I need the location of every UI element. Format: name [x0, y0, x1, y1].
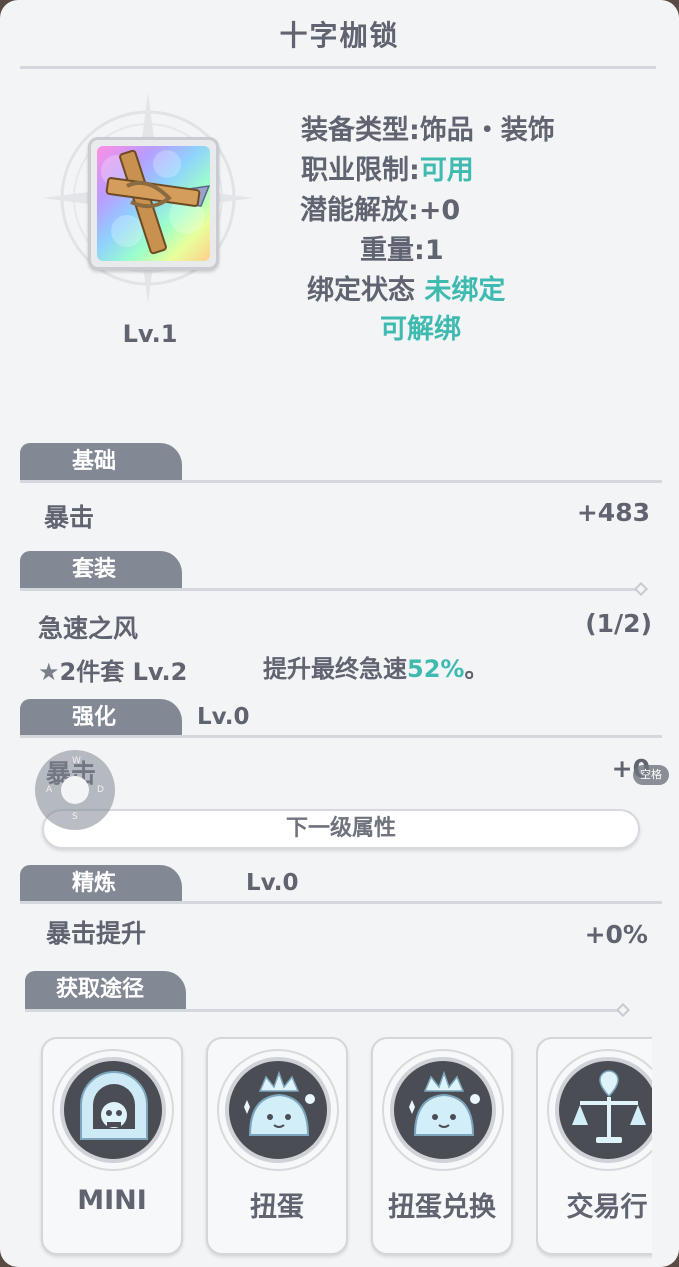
- refine-stat-value: +0%: [584, 920, 648, 949]
- set-bonus-text: 提升最终急速: [263, 655, 407, 683]
- item-icon-frame[interactable]: [88, 137, 219, 270]
- job-limit-label: 职业限制:: [301, 155, 420, 186]
- star-icon: ★: [38, 658, 60, 686]
- job-limit-line: 职业限制:可用: [301, 148, 474, 187]
- joystick-key-up: W: [72, 756, 81, 766]
- enhance-level: Lv.0: [197, 704, 250, 730]
- section-divider: [25, 1009, 623, 1012]
- set-bonus-desc: 提升最终急速52%。: [263, 649, 488, 684]
- set-name: 急速之风: [38, 614, 139, 643]
- weight-line: 重量:1: [360, 228, 444, 267]
- equip-type-value: 饰品・装饰: [419, 115, 555, 146]
- set-bonus-percent: 52%: [407, 655, 465, 683]
- scales-icon: [572, 1070, 646, 1143]
- skull-icon: [80, 1071, 148, 1140]
- set-bonus-label: 2件套 Lv.2: [59, 658, 188, 686]
- bind-status-value: 未绑定: [424, 275, 506, 306]
- item-level: Lv.1: [122, 320, 178, 348]
- title-divider: [20, 66, 656, 69]
- section-tab-set: 套装: [20, 551, 182, 589]
- section-tab-enhance: 强化: [20, 699, 182, 737]
- section-tab-refine: 精炼: [20, 865, 182, 903]
- source-card-trade[interactable]: 交易行: [536, 1037, 652, 1255]
- section-tab-base: 基础: [20, 443, 182, 481]
- potential-value: +0: [418, 195, 461, 226]
- crowned-slime-icon: [409, 1070, 480, 1136]
- next-level-attributes-button[interactable]: 下一级属性: [42, 809, 640, 849]
- base-stat-label: 暴击: [44, 503, 95, 532]
- section-divider: [20, 588, 640, 591]
- section-divider: [20, 735, 662, 738]
- potential-label: 潜能解放:: [300, 195, 419, 226]
- bind-status-label: 绑定状态: [307, 275, 415, 306]
- crowned-slime-icon: [244, 1070, 315, 1136]
- space-key-button[interactable]: 空格: [633, 765, 669, 785]
- wooden-cross-icon: [101, 149, 210, 255]
- source-card-gacha-exchange[interactable]: 扭蛋兑换: [371, 1037, 513, 1255]
- refine-level: Lv.0: [246, 870, 299, 896]
- source-card-mini[interactable]: MINI: [41, 1037, 183, 1255]
- base-stat-value: +483: [576, 498, 650, 527]
- unbind-status: 可解绑: [380, 314, 461, 345]
- virtual-joystick[interactable]: W A D S: [35, 750, 115, 830]
- divider-diamond-ornament: [633, 581, 649, 597]
- set-count: (1/2): [585, 609, 652, 638]
- joystick-key-right: D: [97, 785, 104, 795]
- section-divider: [20, 901, 662, 904]
- section-divider: [20, 480, 662, 483]
- source-card-clip: 交易行: [536, 1030, 652, 1267]
- set-bonus-end: 。: [464, 655, 489, 683]
- potential-line: 潜能解放:+0: [300, 188, 460, 227]
- weight-label: 重量:: [360, 235, 425, 266]
- source-card-label: 扭蛋: [250, 1192, 304, 1223]
- divider-diamond-ornament: [615, 1002, 631, 1018]
- bind-status-line: 绑定状态 未绑定: [307, 268, 505, 307]
- weight-value: 1: [424, 235, 444, 266]
- joystick-knob[interactable]: [61, 776, 89, 804]
- job-limit-value: 可用: [419, 155, 474, 186]
- source-card-label: MINI: [77, 1185, 147, 1216]
- joystick-key-down: S: [72, 812, 78, 822]
- refine-stat-label: 暴击提升: [46, 919, 147, 948]
- source-card-label: 交易行: [566, 1192, 648, 1223]
- item-detail-panel: 十字枷锁 Lv.1 装备类型:饰品・装饰 职业限制:可用 潜能解放:+0 重量:…: [0, 0, 679, 1267]
- item-icon-background: [97, 146, 210, 261]
- joystick-key-left: A: [46, 785, 53, 795]
- item-title: 十字枷锁: [279, 19, 400, 52]
- source-card-gacha[interactable]: 扭蛋: [206, 1037, 348, 1255]
- section-tab-source: 获取途径: [25, 971, 186, 1009]
- equip-type-line: 装备类型:饰品・装饰: [301, 108, 555, 147]
- source-card-label: 扭蛋兑换: [388, 1192, 496, 1223]
- equip-type-label: 装备类型:: [301, 115, 420, 146]
- set-bonus-line: ★2件套 Lv.2: [38, 652, 187, 687]
